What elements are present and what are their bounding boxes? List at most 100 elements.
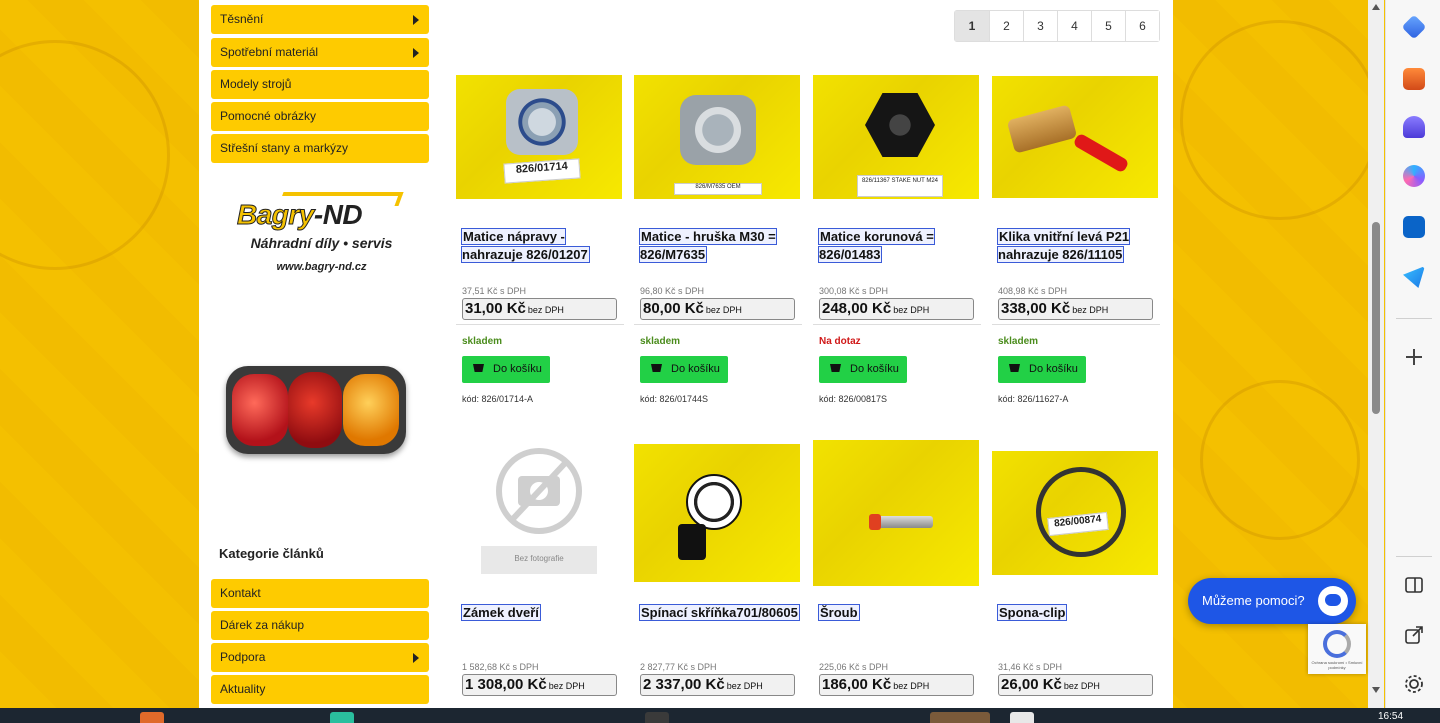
page-4-button[interactable]: 4 — [1057, 11, 1091, 41]
add-to-cart-button[interactable]: Do košíku — [998, 356, 1086, 383]
price-with-vat: 37,51 Kč s DPH — [462, 286, 527, 296]
sidebar-item-kontakt[interactable]: Kontakt — [211, 579, 429, 608]
sidebar-item-pomocne-obrazky[interactable]: Pomocné obrázky — [211, 102, 429, 131]
price-box: 2 337,00 Kč bez DPH — [640, 674, 795, 696]
external-link-icon[interactable] — [1403, 624, 1425, 646]
recaptcha-badge[interactable]: Ochrana soukromí • Smluvní podmínky — [1308, 624, 1366, 674]
page-5-button[interactable]: 5 — [1091, 11, 1125, 41]
product-image[interactable] — [992, 76, 1158, 198]
os-taskbar: 16:54 — [0, 708, 1440, 723]
sidebar-item-aktuality[interactable]: Aktuality — [211, 675, 429, 704]
product-name[interactable]: Klika vnitřní levá P21 nahrazuje 826/111… — [996, 228, 1158, 264]
page-6-button[interactable]: 6 — [1125, 11, 1159, 41]
bolt-graphic — [873, 516, 933, 528]
page-1-button[interactable]: 1 — [955, 11, 989, 41]
cart-button-label: Do košíku — [493, 363, 542, 375]
price-suffix: bez DPH — [1072, 305, 1109, 315]
settings-gear-icon[interactable] — [1403, 673, 1425, 695]
page-scrollbar[interactable] — [1368, 0, 1384, 708]
price-suffix: bez DPH — [705, 305, 742, 315]
page-2-button[interactable]: 2 — [989, 11, 1023, 41]
chevron-right-icon — [413, 48, 419, 58]
add-to-cart-button[interactable]: Do košíku — [819, 356, 907, 383]
lamp-red-light — [232, 374, 288, 446]
product-name[interactable]: Matice korunová = 826/01483 — [818, 228, 979, 264]
product-name[interactable]: Matice - hruška M30 = 826/M7635 — [639, 228, 800, 264]
sidebar-item-stresni-stany[interactable]: Střešní stany a markýzy — [211, 134, 429, 163]
send-icon[interactable] — [1403, 266, 1425, 288]
price-box: 31,00 Kč bez DPH — [462, 298, 617, 320]
product-code: kód: 826/11627-A — [998, 394, 1069, 404]
price-suffix: bez DPH — [1063, 681, 1100, 691]
price-with-vat: 96,80 Kč s DPH — [640, 286, 705, 296]
sidebar-item-label: Kontakt — [220, 586, 261, 600]
sidebar-item-spotrebni-material[interactable]: Spotřební materiál — [211, 38, 429, 67]
price-with-vat: 2 827,77 Kč s DPH — [640, 662, 717, 672]
sidebar-item-tesneni[interactable]: Těsnění — [211, 5, 429, 34]
taskbar-active-app[interactable] — [930, 712, 990, 723]
split-view-icon[interactable] — [1403, 574, 1425, 596]
sidebar-item-label: Spotřební materiál — [220, 45, 319, 59]
price-value: 26,00 Kč — [1001, 676, 1062, 693]
add-icon[interactable] — [1403, 346, 1425, 368]
product-name[interactable]: Matice nápravy - nahrazuje 826/01207 — [461, 228, 622, 264]
sidebar-item-modely-stroju[interactable]: Modely strojů — [211, 70, 429, 99]
stock-status: Na dotaz — [819, 336, 861, 347]
articles-category-heading: Kategorie článků — [219, 546, 324, 561]
product-image[interactable]: 826/00874 — [992, 451, 1158, 575]
bagry-nd-logo[interactable]: Bagry-ND Náhradní díly • servis www.bagr… — [219, 192, 424, 277]
background-gear-decoration — [0, 40, 170, 270]
cart-icon — [1009, 364, 1020, 372]
cart-icon — [473, 364, 484, 372]
help-chat-button[interactable]: Můžeme pomoci? — [1188, 578, 1356, 624]
scroll-down-arrow-icon[interactable] — [1372, 687, 1380, 693]
chat-bubble-icon — [1318, 586, 1348, 616]
product-image[interactable]: 826/01714 — [456, 75, 622, 199]
product-image[interactable]: 826/11367 STAKE NUT M24 — [813, 75, 979, 199]
sidebar-item-label: Modely strojů — [220, 77, 292, 91]
stock-status: skladem — [640, 336, 681, 347]
copilot-icon[interactable] — [1403, 165, 1425, 187]
divider — [456, 324, 624, 325]
browser-sidebar — [1385, 0, 1440, 708]
sidebar-item-podpora[interactable]: Podpora — [211, 643, 429, 672]
toolbox-icon[interactable] — [1403, 68, 1425, 90]
chess-icon[interactable] — [1403, 116, 1425, 138]
price-value: 1 308,00 Kč — [465, 676, 547, 693]
product-name[interactable]: Spona-clip — [996, 604, 1158, 622]
product-name[interactable]: Zámek dveří — [461, 604, 622, 622]
add-to-cart-button[interactable]: Do košíku — [462, 356, 550, 383]
taskbar-app-icon[interactable] — [1010, 712, 1034, 723]
price-value: 186,00 Kč — [822, 676, 892, 693]
product-name[interactable]: Šroub — [818, 604, 979, 622]
tail-lamp-banner-image[interactable] — [226, 366, 406, 454]
product-name[interactable]: Spínací skříňka701/80605 — [639, 604, 800, 622]
taskbar-app-icon[interactable] — [140, 712, 164, 723]
price-box: 186,00 Kč bez DPH — [819, 674, 974, 696]
ignition-switch-graphic — [686, 474, 742, 530]
product-image[interactable]: 826/M7635 OEM — [634, 75, 800, 199]
scroll-up-arrow-icon[interactable] — [1372, 4, 1380, 10]
pagination: 1 2 3 4 5 6 — [954, 10, 1160, 42]
outlook-icon[interactable] — [1403, 216, 1425, 238]
product-image[interactable] — [813, 440, 979, 586]
no-photo-label: Bez fotografie — [514, 554, 564, 563]
price-suffix: bez DPH — [726, 681, 763, 691]
chevron-right-icon — [413, 15, 419, 25]
product-image[interactable]: Bez fotografie — [456, 444, 622, 576]
product-image[interactable] — [634, 444, 800, 582]
price-box: 1 308,00 Kč bez DPH — [462, 674, 617, 696]
sidebar-item-darek-za-nakup[interactable]: Dárek za nákup — [211, 611, 429, 640]
scrollbar-thumb[interactable] — [1372, 222, 1380, 414]
taskbar-app-icon[interactable] — [645, 712, 669, 723]
taskbar-app-icon[interactable] — [330, 712, 354, 723]
background-gear-decoration — [1200, 380, 1360, 540]
tag-icon[interactable] — [1401, 14, 1427, 40]
page-3-button[interactable]: 3 — [1023, 11, 1057, 41]
divider — [992, 324, 1160, 325]
add-to-cart-button[interactable]: Do košíku — [640, 356, 728, 383]
sidebar-item-label: Střešní stany a markýzy — [220, 141, 349, 155]
chevron-right-icon — [413, 653, 419, 663]
background-gear-decoration — [1180, 20, 1380, 220]
stock-status: skladem — [998, 336, 1039, 347]
